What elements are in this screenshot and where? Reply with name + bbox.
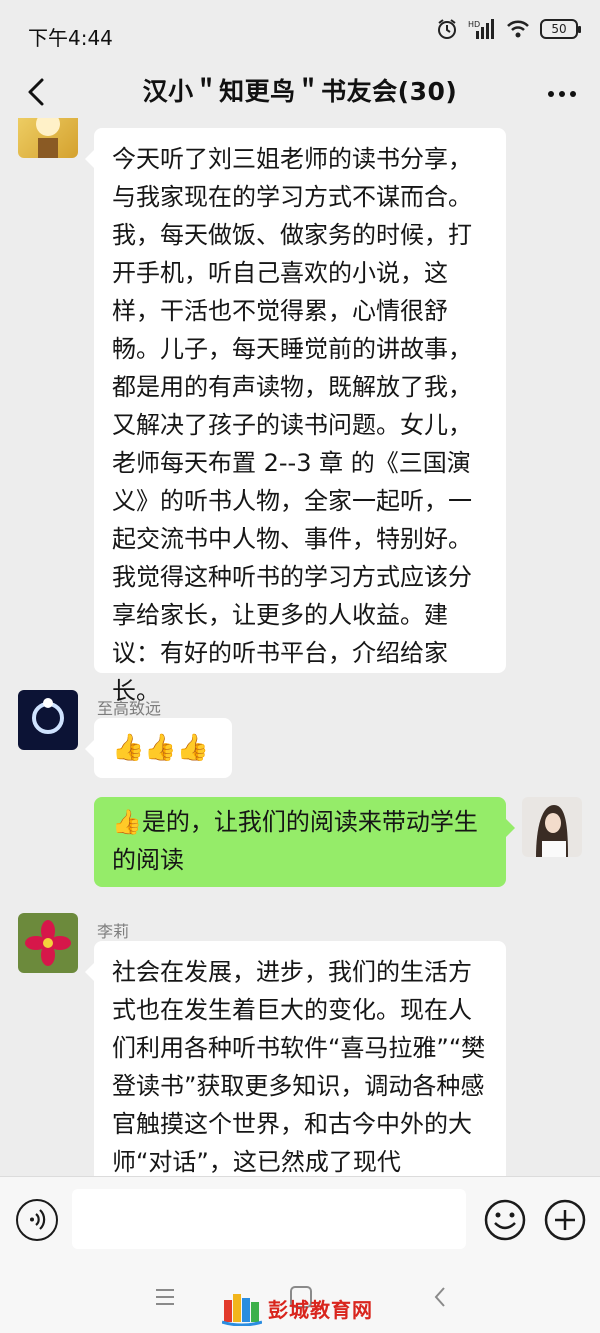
watermark-text: 彭城教育网 <box>268 1297 373 1322</box>
status-bar: 下午4:44 HD 50 <box>0 0 600 66</box>
avatar-person-icon <box>536 805 568 857</box>
battery-icon: 50 <box>540 19 581 39</box>
message-input[interactable] <box>72 1189 466 1249</box>
plus-icon[interactable] <box>544 1199 586 1241</box>
avatar-ring-icon <box>32 698 64 734</box>
watermark: 彭城教育网 <box>222 1290 373 1326</box>
voice-input-button[interactable] <box>16 1199 58 1241</box>
avatar[interactable] <box>18 118 78 158</box>
sender-name: 至高致远 <box>97 699 162 718</box>
avatar[interactable] <box>18 913 78 973</box>
wifi-icon <box>507 20 529 38</box>
message-text: 社会在发展，进步，我们的生活方式也在发生着巨大的变化。现在人们利用各种听书软件“… <box>112 958 486 1176</box>
menu-icon[interactable] <box>150 1282 180 1312</box>
sender-name: 李莉 <box>97 922 130 941</box>
emoji-icon[interactable] <box>484 1199 526 1241</box>
avatar[interactable] <box>18 690 78 750</box>
chat-header: 汉小＂知更鸟＂书友会(30) <box>0 66 600 118</box>
message-bubble[interactable]: 👍👍👍 <box>85 718 232 778</box>
avatar-face-icon <box>36 118 60 158</box>
my-message-bubble[interactable]: 👍是的，让我们的阅读来带动学生的阅读 <box>94 797 515 887</box>
avatar-flower-icon <box>25 920 71 966</box>
status-icons: HD 50 <box>436 18 581 40</box>
books-logo-icon <box>222 1294 262 1326</box>
chat-title: 汉小＂知更鸟＂书友会(30) <box>142 77 458 106</box>
alarm-icon <box>438 19 456 39</box>
voice-icon <box>30 1209 46 1230</box>
message-list[interactable]: 今天听了刘三姐老师的读书分享，与我家现在的学习方式不谋而合。我，每天做饭、做家务… <box>0 118 600 1176</box>
message-bubble[interactable]: 今天听了刘三姐老师的读书分享，与我家现在的学习方式不谋而合。我，每天做饭、做家务… <box>85 128 506 705</box>
message-text: 今天听了刘三姐老师的读书分享，与我家现在的学习方式不谋而合。我，每天做饭、做家务… <box>112 145 472 705</box>
signal-icon: HD <box>468 19 494 39</box>
my-avatar[interactable] <box>522 797 582 857</box>
svg-text:HD: HD <box>468 20 480 29</box>
back-icon[interactable] <box>426 1282 456 1312</box>
more-options-icon[interactable] <box>544 76 580 112</box>
message-bubble[interactable]: 社会在发展，进步，我们的生活方式也在发生着巨大的变化。现在人们利用各种听书软件“… <box>85 941 506 1176</box>
battery-level: 50 <box>551 22 567 36</box>
status-time: 下午4:44 <box>28 26 113 50</box>
input-bar <box>0 1176 600 1264</box>
message-text: 👍👍👍 <box>112 733 210 763</box>
message-text: 👍是的，让我们的阅读来带动学生的阅读 <box>112 808 478 874</box>
